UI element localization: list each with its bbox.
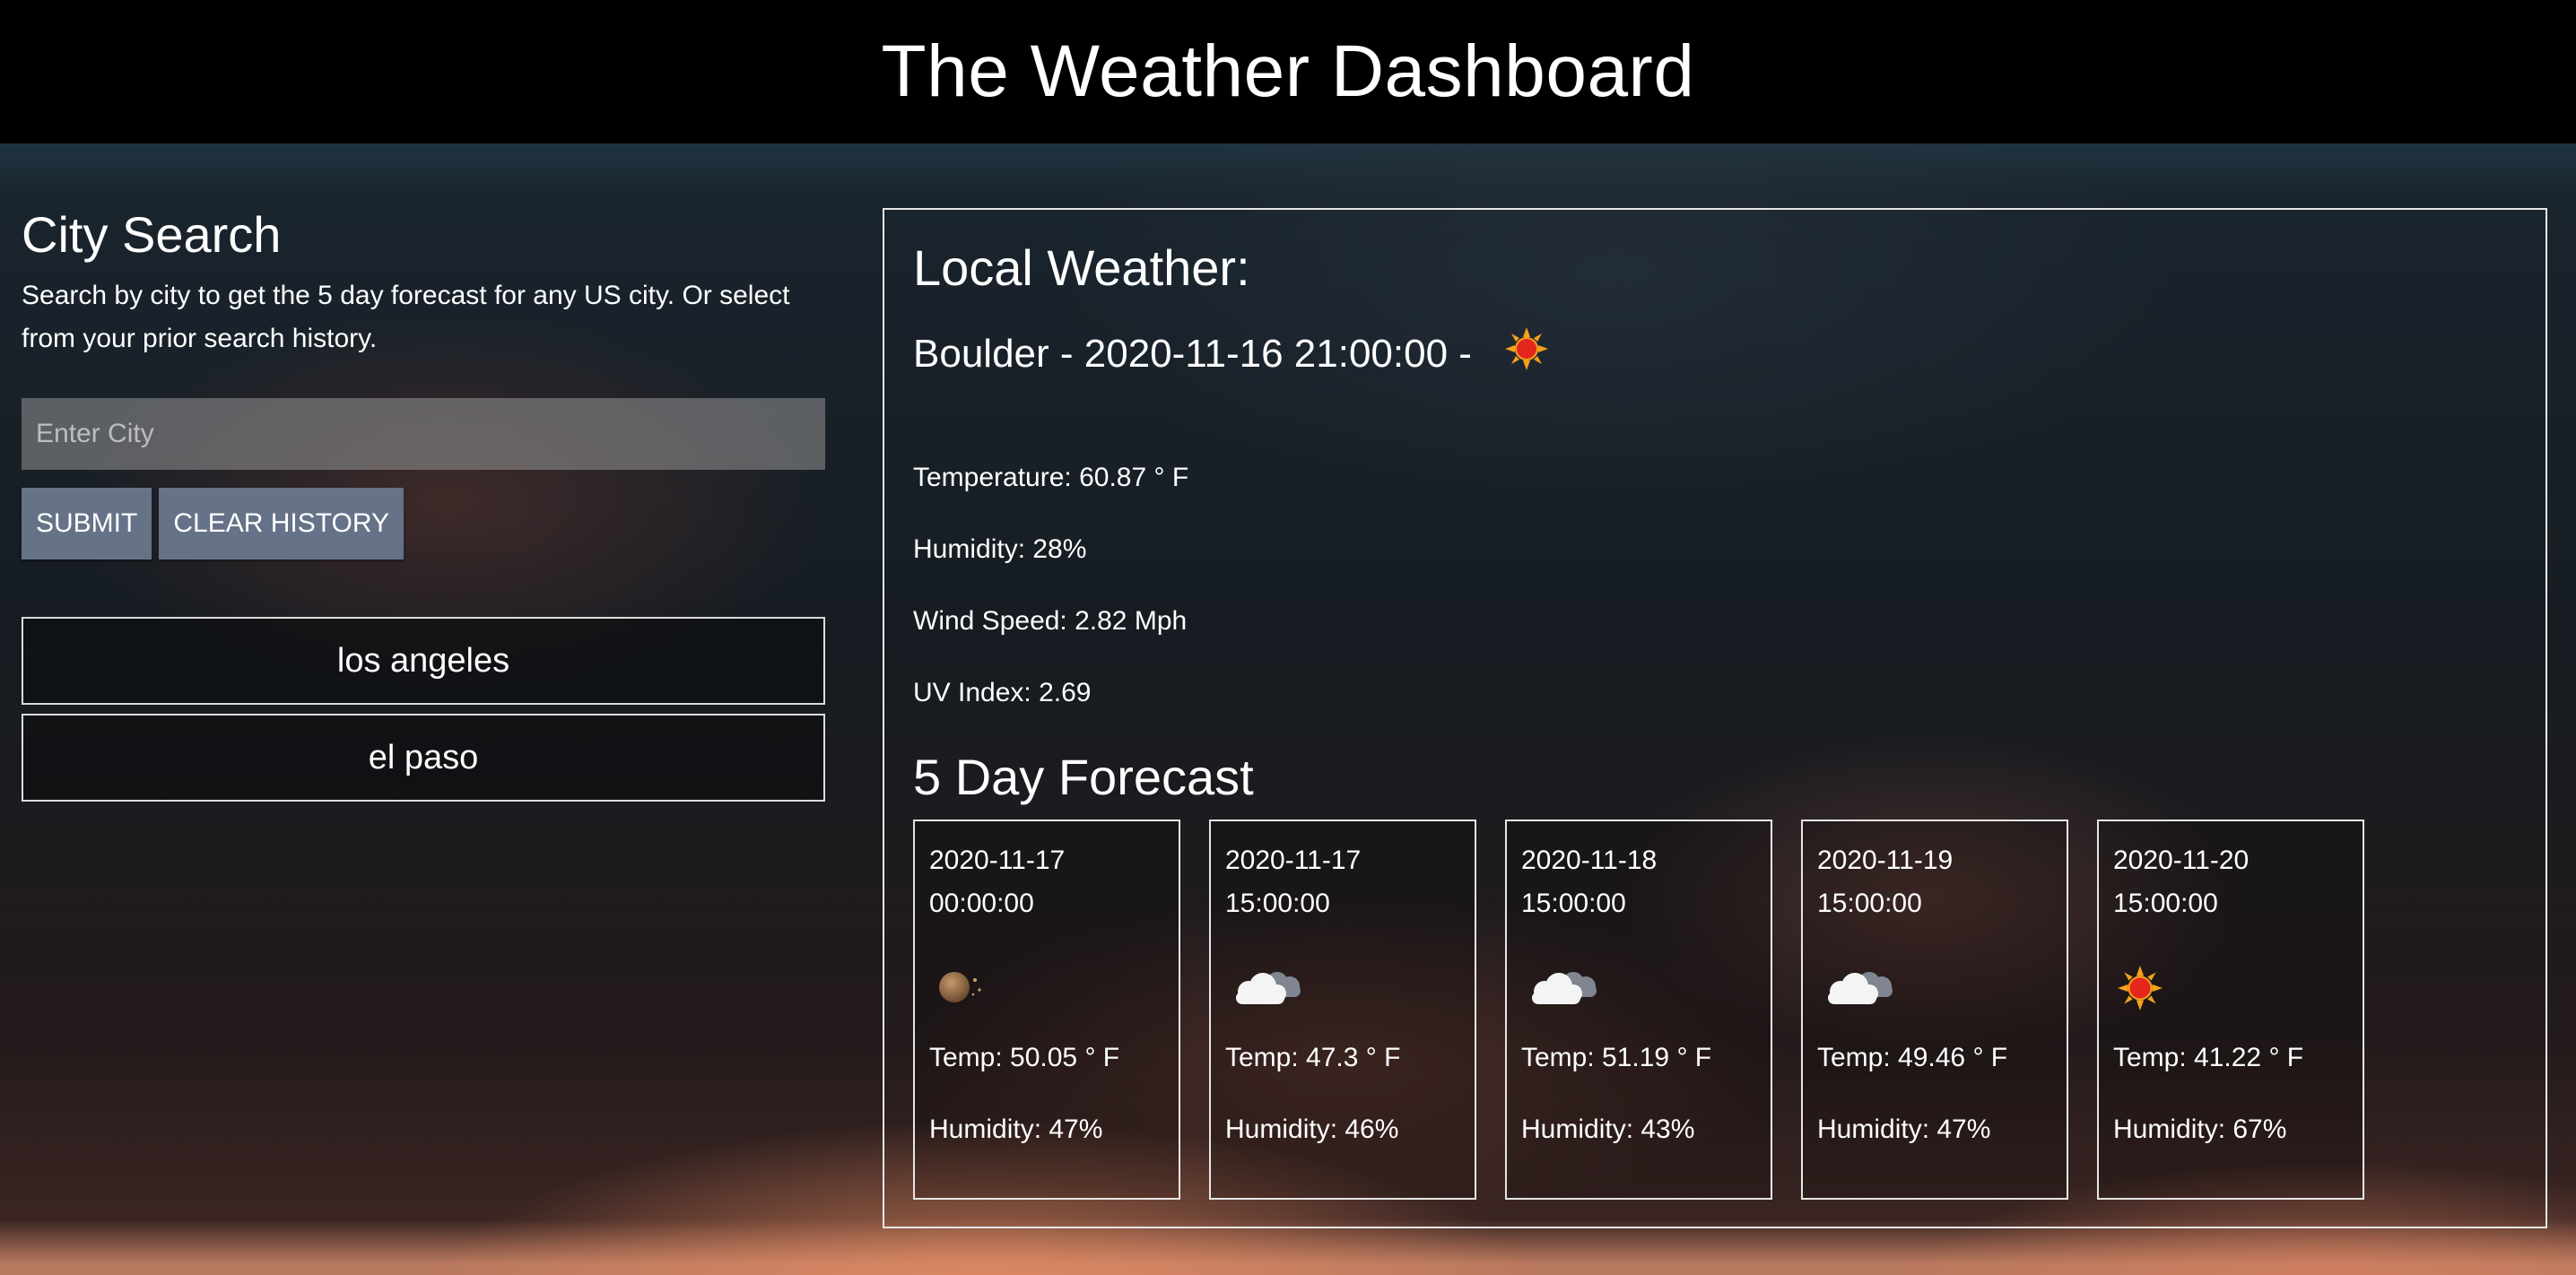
search-history-list: los angeles el paso bbox=[22, 617, 825, 802]
forecast-humidity: Humidity: 46% bbox=[1225, 1115, 1399, 1144]
forecast-date: 2020-11-19 15:00:00 bbox=[1817, 846, 1954, 918]
forecast-card: 2020-11-17 00:00:00 Temp: 50.05 ° F Humi… bbox=[913, 820, 1180, 1200]
forecast-date: 2020-11-17 00:00:00 bbox=[929, 846, 1066, 918]
forecast-temp: Temp: 41.22 ° F bbox=[2113, 1043, 2304, 1072]
page-title: The Weather Dashboard bbox=[881, 30, 1695, 112]
cloud-icon bbox=[1525, 965, 1611, 1025]
forecast-card: 2020-11-19 15:00:00 Temp: 49.46 ° F Humi… bbox=[1801, 820, 2068, 1200]
forecast-temp: Temp: 51.19 ° F bbox=[1521, 1043, 1712, 1072]
forecast-temp: Temp: 50.05 ° F bbox=[929, 1043, 1120, 1072]
forecast-heading: 5 Day Forecast bbox=[913, 749, 1254, 805]
local-weather-heading: Local Weather: bbox=[913, 239, 1250, 296]
local-humidity: Humidity: 28% bbox=[913, 534, 1087, 564]
clear-night-icon bbox=[933, 965, 987, 1023]
forecast-date: 2020-11-20 15:00:00 bbox=[2113, 846, 2250, 918]
forecast-humidity: Humidity: 43% bbox=[1521, 1115, 1695, 1144]
local-city-datetime: Boulder - 2020-11-16 21:00:00 - bbox=[913, 331, 1472, 376]
forecast-humidity: Humidity: 47% bbox=[1817, 1115, 1991, 1144]
sun-icon bbox=[2117, 965, 2163, 1025]
submit-button[interactable]: SUBMIT bbox=[22, 488, 152, 559]
cloud-icon bbox=[1229, 965, 1315, 1025]
history-item-los-angeles[interactable]: los angeles bbox=[22, 617, 825, 705]
forecast-temp: Temp: 47.3 ° F bbox=[1225, 1043, 1401, 1072]
forecast-temp: Temp: 49.46 ° F bbox=[1817, 1043, 2008, 1072]
history-item-el-paso[interactable]: el paso bbox=[22, 714, 825, 802]
forecast-humidity: Humidity: 47% bbox=[929, 1115, 1103, 1144]
search-button-row: SUBMIT CLEAR HISTORY bbox=[22, 488, 825, 559]
local-uv-index: UV Index: 2.69 bbox=[913, 678, 1092, 707]
forecast-card: 2020-11-17 15:00:00 Temp: 47.3 ° F Humid… bbox=[1209, 820, 1476, 1200]
weather-panel: Local Weather: Boulder - 2020-11-16 21:0… bbox=[883, 208, 2547, 1228]
city-search-heading: City Search bbox=[22, 206, 282, 263]
page-header: The Weather Dashboard bbox=[0, 0, 2576, 143]
forecast-date: 2020-11-18 15:00:00 bbox=[1521, 846, 1658, 918]
forecast-date: 2020-11-17 15:00:00 bbox=[1225, 846, 1362, 918]
city-search-description: Search by city to get the 5 day forecast… bbox=[22, 281, 790, 353]
cloud-icon bbox=[1821, 965, 1907, 1025]
sun-icon bbox=[1504, 326, 1549, 381]
local-temperature: Temperature: 60.87 ° F bbox=[913, 463, 1189, 492]
city-search-input[interactable] bbox=[22, 398, 825, 470]
forecast-card: 2020-11-20 15:00:00 Temp: 41.22 ° F Humi… bbox=[2097, 820, 2364, 1200]
forecast-humidity: Humidity: 67% bbox=[2113, 1115, 2287, 1144]
clear-history-button[interactable]: CLEAR HISTORY bbox=[159, 488, 404, 559]
forecast-card: 2020-11-18 15:00:00 Temp: 51.19 ° F Humi… bbox=[1505, 820, 1772, 1200]
city-search-section: City Search Search by city to get the 5 … bbox=[22, 199, 825, 811]
local-wind-speed: Wind Speed: 2.82 Mph bbox=[913, 606, 1188, 636]
forecast-cards: 2020-11-17 00:00:00 Temp: 50.05 ° F Humi… bbox=[913, 820, 2364, 1200]
local-weather-subtitle: Boulder - 2020-11-16 21:00:00 - bbox=[913, 326, 1549, 381]
